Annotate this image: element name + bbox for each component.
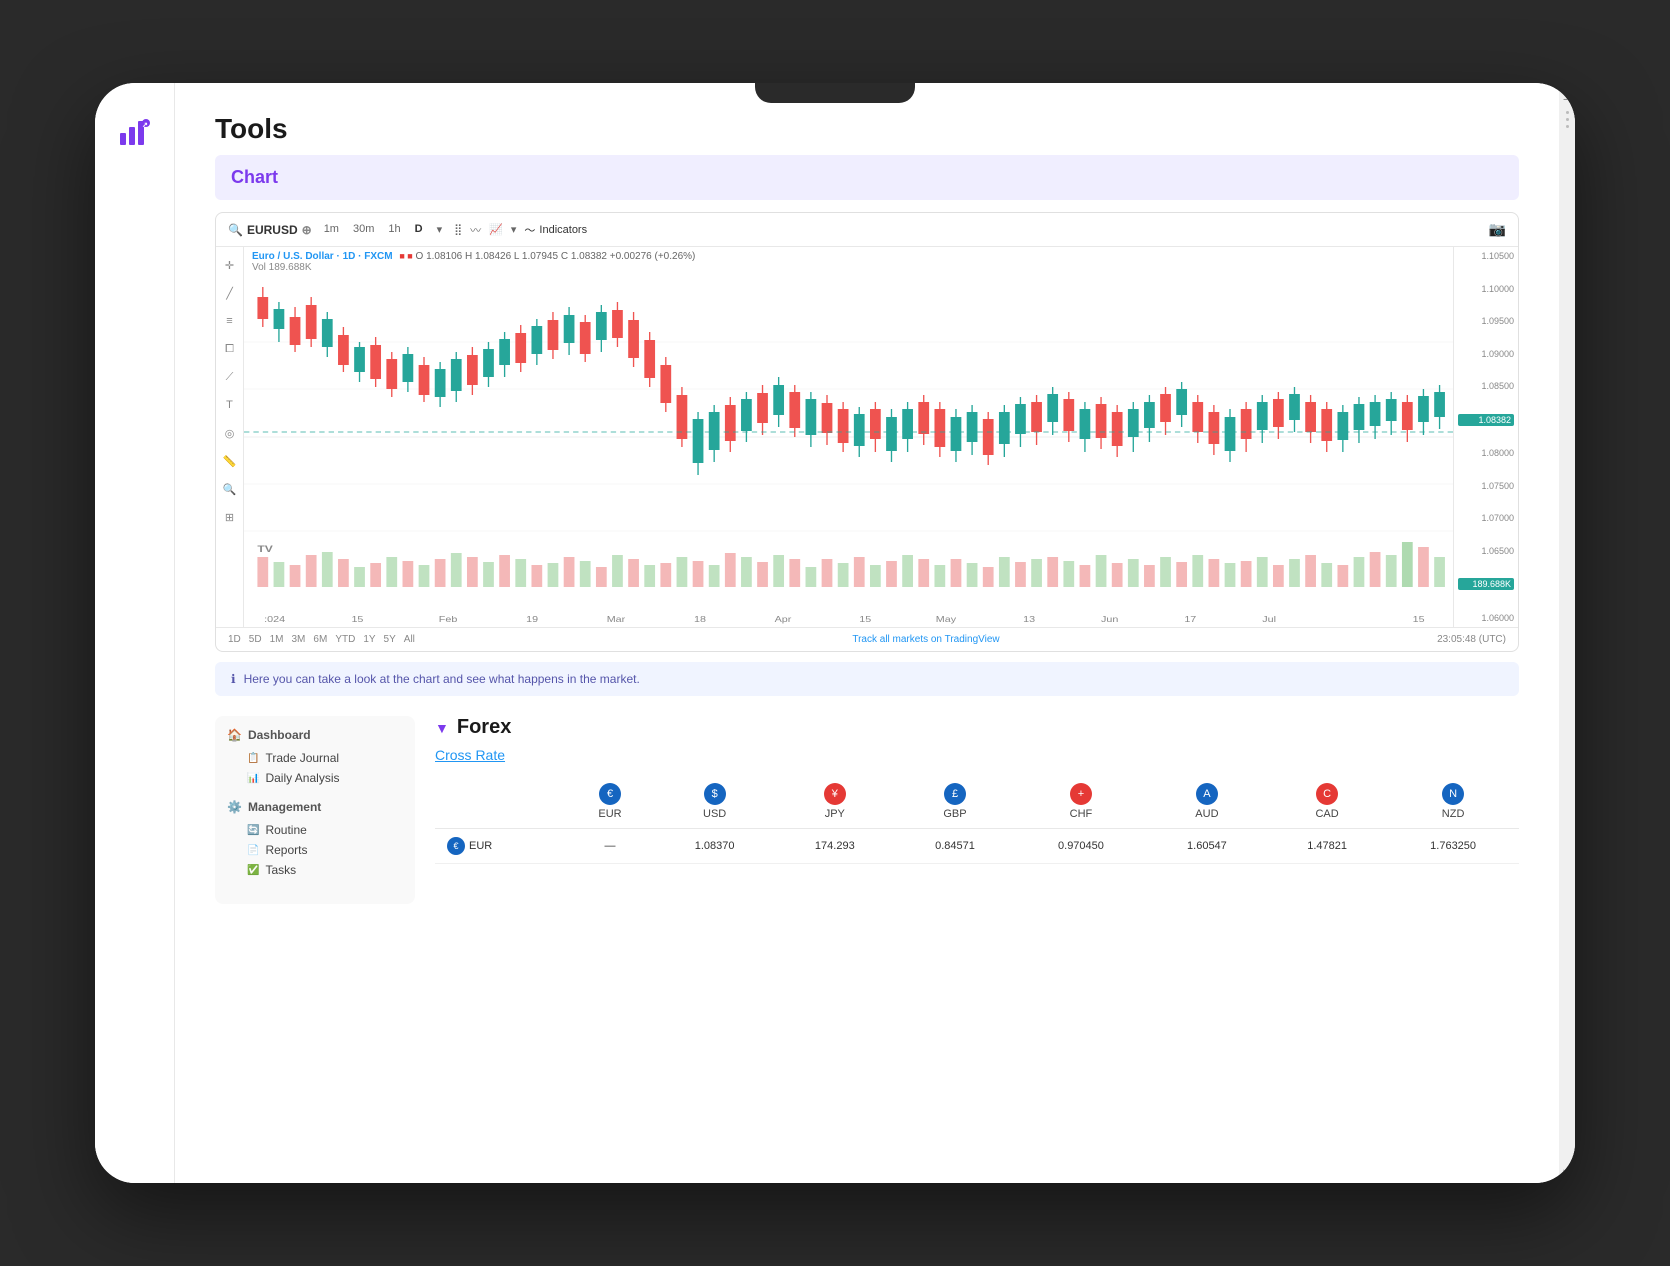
app-logo: ↗ <box>116 113 154 156</box>
chart-toolbar: 🔍 EURUSD ⊕ 1m 30m 1h D ▾ <box>216 213 1518 247</box>
svg-text:Jun: Jun <box>1101 615 1118 624</box>
svg-text:19: 19 <box>526 615 538 624</box>
jpy-flag: ¥ <box>824 783 846 805</box>
svg-text:Jul: Jul <box>1262 615 1276 624</box>
svg-text::024: :024 <box>264 615 285 624</box>
sidebar-group-dashboard: 🏠 Dashboard 📋 Trade Journal 📊 Daily Anal… <box>227 728 403 788</box>
chart-section: Chart 🔍 EURUSD ⊕ 1m 30m <box>175 155 1559 652</box>
forex-title: Forex <box>457 716 511 739</box>
chart-symbol[interactable]: 🔍 EURUSD ⊕ <box>228 223 312 237</box>
svg-text:TV: TV <box>257 544 273 554</box>
chart-section-title: Chart <box>215 155 1519 200</box>
aud-flag: A <box>1196 783 1218 805</box>
reports-icon: 📄 <box>247 845 259 856</box>
chart-lines-icon[interactable]: 〰 <box>470 222 481 238</box>
gann-tool[interactable]: ⟋ <box>220 367 240 387</box>
chart-widget: 🔍 EURUSD ⊕ 1m 30m 1h D ▾ <box>215 212 1519 652</box>
device-notch <box>755 83 915 103</box>
search-icon: 🔍 <box>228 223 243 237</box>
chart-area-icon[interactable]: 📈 <box>489 223 503 236</box>
forex-header: ▼ Forex <box>435 716 1519 739</box>
journal-icon: 📋 <box>247 753 259 764</box>
add-icon: ⊕ <box>302 223 312 237</box>
wave-icon: 〜 <box>524 222 535 238</box>
shapes-tool[interactable]: ◎ <box>220 423 240 443</box>
scrollbar <box>1566 118 1569 121</box>
sidebar-item-reports[interactable]: 📄 Reports <box>227 840 403 860</box>
chart-footer: 1D 5D 1M 3M 6M YTD 1Y 5Y All Track all m… <box>216 627 1518 651</box>
more-tools[interactable]: ⊞ <box>220 507 240 527</box>
cross-rate-title[interactable]: Cross Rate <box>435 747 1519 763</box>
analysis-icon: 📊 <box>247 773 259 784</box>
svg-text:15: 15 <box>351 615 363 624</box>
chart-time: 23:05:48 (UTC) <box>1437 634 1506 645</box>
usd-flag: $ <box>704 783 726 805</box>
forex-arrow: ▼ <box>435 720 449 736</box>
chart-bottom-timeframes: 1D 5D 1M 3M 6M YTD 1Y 5Y All <box>228 634 415 645</box>
page-title: Tools <box>215 113 1519 145</box>
right-panel: − ⤢ <box>1559 83 1575 1183</box>
sidebar-group-management: ⚙️ Management 🔄 Routine 📄 Reports <box>227 800 403 880</box>
chart-canvas: Euro / U.S. Dollar · 1D · FXCM ■ ■ O 1.0… <box>244 247 1453 627</box>
expand-icon[interactable]: ⤢ <box>1563 1164 1571 1175</box>
chart-info-bar: Euro / U.S. Dollar · 1D · FXCM ■ ■ O 1.0… <box>252 251 695 273</box>
cross-rate-table: € EUR $ USD <box>435 775 1519 864</box>
eur-row-flag: € <box>447 837 465 855</box>
chart-timeframes: 1m 30m 1h D ▾ <box>320 221 446 238</box>
svg-text:May: May <box>936 615 957 624</box>
measure-tool[interactable]: 📏 <box>220 451 240 471</box>
info-bar: ℹ Here you can take a look at the chart … <box>215 662 1519 696</box>
chart-price-axis: 1.10500 1.10000 1.09500 1.09000 1.08500 … <box>1453 247 1518 627</box>
line-tool[interactable]: ╱ <box>220 283 240 303</box>
mini-sidebar: 🏠 Dashboard 📋 Trade Journal 📊 Daily Anal… <box>215 716 415 904</box>
svg-text:Apr: Apr <box>775 615 792 624</box>
cad-flag: C <box>1316 783 1338 805</box>
chart-controls: ⣿ 〰 📈 ▾ <box>454 222 516 238</box>
tradingview-link[interactable]: Track all markets on TradingView <box>852 634 999 645</box>
gear-icon: ⚙️ <box>227 800 242 814</box>
svg-text:13: 13 <box>1023 615 1035 624</box>
channels-tool[interactable]: ⧠ <box>220 339 240 359</box>
text-tool[interactable]: T <box>220 395 240 415</box>
minus-icon[interactable]: − <box>1563 91 1571 107</box>
content-area: Tools Chart 🔍 EURUSD ⊕ <box>175 83 1559 1183</box>
chart-drawing-tools: ✛ ╱ ≡ ⧠ ⟋ T ◎ 📏 🔍 ⊞ <box>216 247 244 627</box>
indicators-button[interactable]: 〜 Indicators <box>524 222 587 238</box>
info-icon: ℹ <box>231 672 236 686</box>
table-row: € EUR — 1.08370 174.293 0.84571 0.970450 <box>435 829 1519 864</box>
sidebar-item-trade-journal[interactable]: 📋 Trade Journal <box>227 748 403 768</box>
scrollbar <box>1566 125 1569 128</box>
scrollbar[interactable] <box>1566 111 1569 114</box>
left-panel: ↗ <box>95 83 175 1183</box>
nzd-flag: N <box>1442 783 1464 805</box>
svg-text:17: 17 <box>1184 615 1196 624</box>
svg-text:Mar: Mar <box>607 615 626 624</box>
bottom-section: 🏠 Dashboard 📋 Trade Journal 📊 Daily Anal… <box>175 716 1559 904</box>
dashboard-icon: 🏠 <box>227 728 242 742</box>
forex-section: ▼ Forex Cross Rate € <box>435 716 1519 904</box>
tasks-icon: ✅ <box>247 865 259 876</box>
eur-flag: € <box>599 783 621 805</box>
lines-tool[interactable]: ≡ <box>220 311 240 331</box>
svg-text:↗: ↗ <box>142 122 148 129</box>
gbp-flag: £ <box>944 783 966 805</box>
chf-flag: + <box>1070 783 1092 805</box>
svg-text:Feb: Feb <box>439 615 458 624</box>
chart-type-icon[interactable]: ⣿ <box>454 223 462 236</box>
zoom-tool[interactable]: 🔍 <box>220 479 240 499</box>
sidebar-item-tasks[interactable]: ✅ Tasks <box>227 860 403 880</box>
routine-icon: 🔄 <box>247 825 259 836</box>
sidebar-item-daily-analysis[interactable]: 📊 Daily Analysis <box>227 768 403 788</box>
svg-text:15: 15 <box>1413 615 1425 624</box>
chart-body: ✛ ╱ ≡ ⧠ ⟋ T ◎ 📏 🔍 ⊞ <box>216 247 1518 627</box>
camera-icon[interactable]: 📷 <box>1489 221 1506 238</box>
svg-text:18: 18 <box>694 615 706 624</box>
crosshair-tool[interactable]: ✛ <box>220 255 240 275</box>
sidebar-item-routine[interactable]: 🔄 Routine <box>227 820 403 840</box>
svg-text:15: 15 <box>859 615 871 624</box>
